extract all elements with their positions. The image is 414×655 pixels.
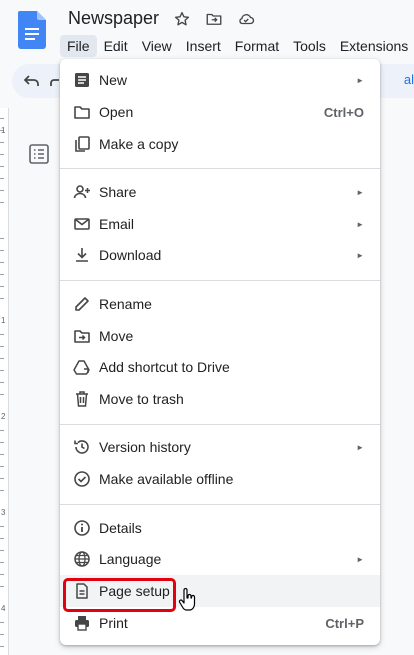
ruler-number: 1 <box>1 316 6 325</box>
menu-item-add-shortcut-to-drive[interactable]: Add shortcut to Drive <box>60 351 380 383</box>
menu-item-label: Email <box>99 216 135 232</box>
menu-item-label: Version history <box>99 439 191 455</box>
menu-item-label: Language <box>99 551 162 567</box>
file-menu: New ► Open Ctrl+O Make a copy Share ► Em… <box>60 59 380 645</box>
download-icon <box>76 248 88 262</box>
redo-icon[interactable] <box>50 74 60 88</box>
menu-separator <box>60 168 380 169</box>
menu-item-label: Download <box>99 247 162 263</box>
vertical-ruler: 1 1 2 3 4 <box>0 108 9 655</box>
docs-logo-icon[interactable] <box>18 11 46 49</box>
menu-item-language[interactable]: Language ► <box>60 543 380 575</box>
pencil-icon <box>75 297 89 311</box>
menu-separator <box>60 424 380 425</box>
menu-item-new[interactable]: New ► <box>60 64 380 96</box>
hand-pointer-cursor-icon <box>178 588 196 611</box>
toolbar-style-fragment[interactable]: al <box>404 72 414 87</box>
submenu-arrow-icon: ► <box>356 442 364 452</box>
history-icon <box>74 440 89 454</box>
undo-icon[interactable] <box>24 74 40 88</box>
menu-format[interactable]: Format <box>228 35 286 57</box>
cloud-saved-icon[interactable] <box>237 10 255 28</box>
person-add-icon <box>73 185 90 199</box>
menu-item-label: Move to trash <box>99 391 184 407</box>
info-icon <box>74 520 90 536</box>
document-outline-icon[interactable] <box>28 143 50 165</box>
ruler-number: 3 <box>1 508 6 517</box>
menu-item-label: Details <box>99 520 142 536</box>
offline-check-icon <box>74 471 90 487</box>
menubar: File Edit View Insert Format Tools Exten… <box>60 35 414 57</box>
menu-item-version-history[interactable]: Version history ► <box>60 431 380 463</box>
globe-icon <box>74 551 90 567</box>
menu-tools[interactable]: Tools <box>286 35 333 57</box>
menu-item-shortcut: Ctrl+O <box>323 104 364 120</box>
menu-item-label: Make available offline <box>99 471 234 487</box>
docs-window: Newspaper File Edit View Insert Format T… <box>0 0 414 655</box>
ruler-number: 1 <box>1 126 6 135</box>
menu-item-label: Rename <box>99 296 152 312</box>
title-row: Newspaper <box>68 8 255 29</box>
menu-edit[interactable]: Edit <box>97 35 135 57</box>
menu-separator <box>60 504 380 505</box>
menu-item-make-a-copy[interactable]: Make a copy <box>60 128 380 160</box>
printer-icon <box>75 616 89 631</box>
submenu-arrow-icon: ► <box>356 75 364 85</box>
document-icon <box>75 73 89 87</box>
highlight-annotation-box <box>63 578 176 612</box>
menu-item-open[interactable]: Open Ctrl+O <box>60 96 380 128</box>
menu-item-label: Open <box>99 104 134 120</box>
menu-item-label: Make a copy <box>99 136 179 152</box>
menu-item-make-available-offline[interactable]: Make available offline <box>60 463 380 495</box>
menu-insert[interactable]: Insert <box>179 35 228 57</box>
menu-separator <box>60 280 380 281</box>
star-icon[interactable] <box>173 10 191 28</box>
submenu-arrow-icon: ► <box>356 250 364 260</box>
menu-item-label: Add shortcut to Drive <box>99 359 230 375</box>
menu-file[interactable]: File <box>60 35 97 57</box>
submenu-arrow-icon: ► <box>356 219 364 229</box>
menu-item-label: Print <box>99 615 128 631</box>
ruler-number: 2 <box>1 412 6 421</box>
submenu-arrow-icon: ► <box>356 187 364 197</box>
email-icon <box>74 218 90 230</box>
menu-item-share[interactable]: Share ► <box>60 176 380 208</box>
menu-item-rename[interactable]: Rename <box>60 288 380 320</box>
drive-shortcut-icon <box>73 360 90 375</box>
copy-icon <box>75 136 90 152</box>
ruler-number: 4 <box>1 604 6 613</box>
menu-view[interactable]: View <box>135 35 179 57</box>
menu-item-shortcut: Ctrl+P <box>325 615 364 631</box>
menu-item-label: Move <box>99 328 134 344</box>
menu-item-move[interactable]: Move <box>60 320 380 352</box>
menu-item-label: New <box>99 72 128 88</box>
submenu-arrow-icon: ► <box>356 554 364 564</box>
document-title[interactable]: Newspaper <box>68 8 159 29</box>
menu-item-label: Share <box>99 184 137 200</box>
folder-icon <box>74 106 90 119</box>
trash-icon <box>76 391 88 407</box>
menu-item-download[interactable]: Download ► <box>60 239 380 271</box>
menu-item-email[interactable]: Email ► <box>60 208 380 240</box>
menu-item-move-to-trash[interactable]: Move to trash <box>60 383 380 415</box>
menu-extensions[interactable]: Extensions <box>333 35 414 57</box>
menu-item-details[interactable]: Details <box>60 512 380 544</box>
move-folder-icon[interactable] <box>205 10 223 28</box>
move-folder-icon <box>74 330 90 343</box>
